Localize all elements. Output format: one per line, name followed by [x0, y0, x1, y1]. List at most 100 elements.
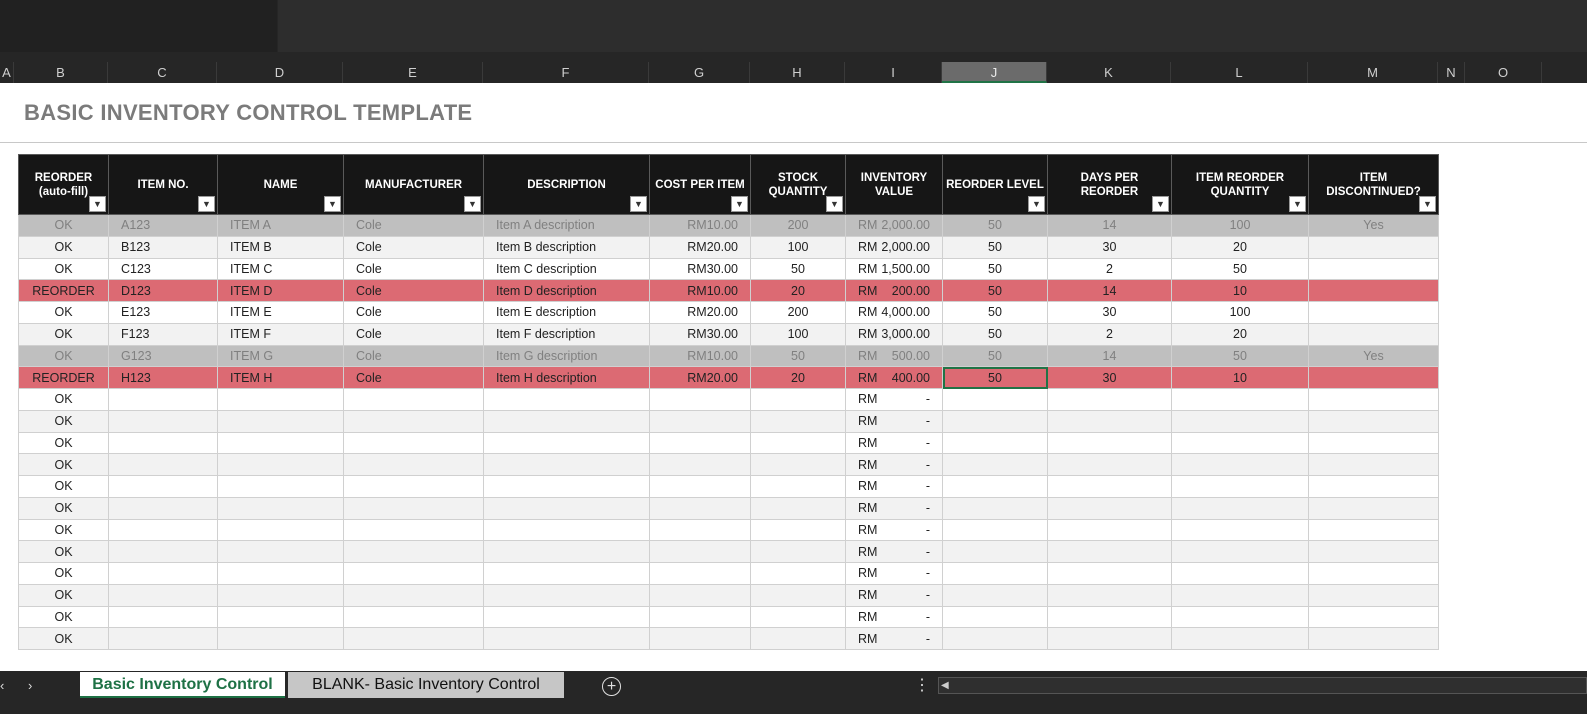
cell-manufacturer[interactable]: [343, 627, 484, 650]
cell-status[interactable]: OK: [18, 301, 109, 324]
cell-days[interactable]: [1047, 409, 1172, 433]
cell-description[interactable]: [483, 605, 650, 629]
filter-dropdown-icon[interactable]: ▼: [198, 196, 215, 212]
name-box[interactable]: [0, 0, 277, 52]
cell-manufacturer[interactable]: Cole: [343, 235, 484, 259]
cell-stock[interactable]: [750, 431, 846, 455]
cell-status[interactable]: OK: [18, 605, 109, 629]
cell-manufacturer[interactable]: Cole: [343, 322, 484, 346]
cell-reorder-level[interactable]: 50: [942, 344, 1048, 368]
cell-item-no[interactable]: [108, 540, 218, 563]
cell-status[interactable]: OK: [18, 214, 109, 237]
cell-name[interactable]: [217, 496, 344, 520]
cell-status[interactable]: OK: [18, 475, 109, 498]
cell-item-no[interactable]: [108, 388, 218, 411]
formula-bar[interactable]: [278, 0, 1587, 52]
cell-reorder-level[interactable]: 50: [942, 257, 1048, 281]
cell-manufacturer[interactable]: [343, 605, 484, 629]
cell-reorder-qty[interactable]: 20: [1171, 235, 1309, 259]
cell-name[interactable]: ITEM G: [217, 344, 344, 368]
cell-name[interactable]: [217, 453, 344, 476]
cell-status[interactable]: OK: [18, 344, 109, 368]
cell-discontinued[interactable]: [1308, 409, 1439, 433]
cell-reorder-qty[interactable]: [1171, 475, 1309, 498]
cell-cost[interactable]: [649, 475, 751, 498]
cell-manufacturer[interactable]: [343, 540, 484, 563]
cell-manufacturer[interactable]: Cole: [343, 366, 484, 389]
cell-cost[interactable]: RM30.00: [649, 257, 751, 281]
cell-discontinued[interactable]: [1308, 235, 1439, 259]
cell-days[interactable]: [1047, 431, 1172, 455]
sheet-tab-basic-inventory-control[interactable]: Basic Inventory Control: [80, 672, 285, 698]
cell-reorder-qty[interactable]: 10: [1171, 279, 1309, 302]
cell-stock[interactable]: 50: [750, 257, 846, 281]
cell-inv[interactable]: RM 1,500.00: [845, 257, 943, 281]
cell-stock[interactable]: [750, 627, 846, 650]
cell-stock[interactable]: [750, 475, 846, 498]
filter-dropdown-icon[interactable]: ▼: [1152, 196, 1169, 212]
cell-stock[interactable]: 20: [750, 279, 846, 302]
cell-status[interactable]: OK: [18, 540, 109, 563]
column-letter-b[interactable]: B: [14, 62, 108, 83]
cell-description[interactable]: [483, 453, 650, 476]
cell-cost[interactable]: [649, 431, 751, 455]
cell-description[interactable]: [483, 496, 650, 520]
cell-cost[interactable]: RM20.00: [649, 235, 751, 259]
cell-manufacturer[interactable]: Cole: [343, 257, 484, 281]
cell-discontinued[interactable]: [1308, 562, 1439, 585]
cell-cost[interactable]: RM20.00: [649, 301, 751, 324]
cell-name[interactable]: [217, 540, 344, 563]
column-letter-c[interactable]: C: [108, 62, 217, 83]
filter-dropdown-icon[interactable]: ▼: [324, 196, 341, 212]
horizontal-scrollbar[interactable]: ◀: [938, 677, 1587, 694]
sheet-tab-blank-basic-inventory-control[interactable]: BLANK- Basic Inventory Control: [288, 672, 564, 698]
cell-status[interactable]: OK: [18, 562, 109, 585]
cell-reorder-qty[interactable]: [1171, 627, 1309, 650]
cell-manufacturer[interactable]: Cole: [343, 279, 484, 302]
cell-days[interactable]: [1047, 583, 1172, 607]
cell-description[interactable]: Item C description: [483, 257, 650, 281]
cell-cost[interactable]: [649, 627, 751, 650]
column-letter-k[interactable]: K: [1047, 62, 1171, 83]
cell-name[interactable]: [217, 518, 344, 542]
cell-days[interactable]: 30: [1047, 301, 1172, 324]
filter-dropdown-icon[interactable]: ▼: [630, 196, 647, 212]
cell-manufacturer[interactable]: [343, 453, 484, 476]
cell-reorder-qty[interactable]: [1171, 540, 1309, 563]
cell-discontinued[interactable]: [1308, 366, 1439, 389]
cell-manufacturer[interactable]: Cole: [343, 344, 484, 368]
cell-status[interactable]: OK: [18, 388, 109, 411]
cell-name[interactable]: [217, 583, 344, 607]
cell-description[interactable]: [483, 583, 650, 607]
cell-inv[interactable]: RM -: [845, 562, 943, 585]
cell-stock[interactable]: [750, 388, 846, 411]
scroll-tabs-right-icon[interactable]: ›: [28, 678, 32, 693]
cell-stock[interactable]: 100: [750, 322, 846, 346]
column-letter-j[interactable]: J: [942, 62, 1047, 83]
cell-status[interactable]: OK: [18, 235, 109, 259]
cell-status[interactable]: REORDER: [18, 279, 109, 302]
cell-days[interactable]: [1047, 540, 1172, 563]
cell-item-no[interactable]: B123: [108, 235, 218, 259]
cell-name[interactable]: ITEM H: [217, 366, 344, 389]
cell-days[interactable]: 2: [1047, 322, 1172, 346]
cell-description[interactable]: [483, 475, 650, 498]
cell-days[interactable]: 30: [1047, 235, 1172, 259]
filter-dropdown-icon[interactable]: ▼: [731, 196, 748, 212]
cell-inv[interactable]: RM -: [845, 583, 943, 607]
cell-stock[interactable]: 20: [750, 366, 846, 389]
cell-discontinued[interactable]: [1308, 388, 1439, 411]
column-letter-a[interactable]: A: [0, 62, 14, 83]
cell-manufacturer[interactable]: [343, 562, 484, 585]
cell-name[interactable]: [217, 388, 344, 411]
cell-cost[interactable]: RM10.00: [649, 279, 751, 302]
cell-description[interactable]: [483, 388, 650, 411]
cell-cost[interactable]: [649, 562, 751, 585]
cell-status[interactable]: OK: [18, 431, 109, 455]
cell-name[interactable]: [217, 475, 344, 498]
cell-stock[interactable]: [750, 453, 846, 476]
cell-name[interactable]: [217, 627, 344, 650]
cell-name[interactable]: ITEM D: [217, 279, 344, 302]
cell-reorder-level[interactable]: 50: [942, 301, 1048, 324]
cell-stock[interactable]: 200: [750, 301, 846, 324]
